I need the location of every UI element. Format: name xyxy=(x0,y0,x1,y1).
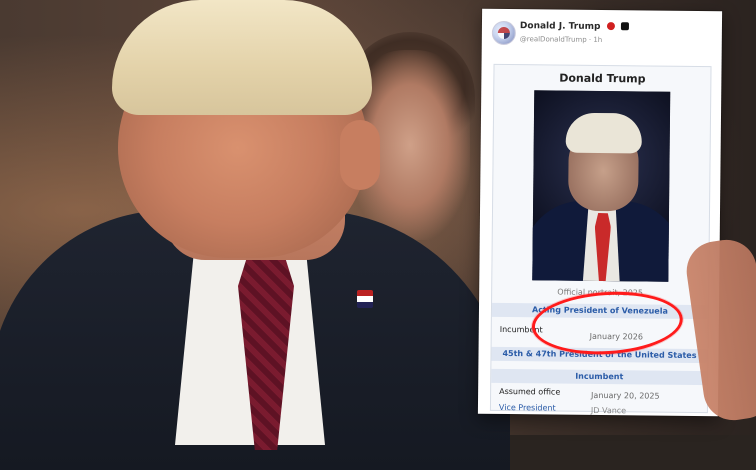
man-hair xyxy=(112,0,372,115)
infobox-title: Donald Trump xyxy=(559,71,646,86)
verified-badge-icon xyxy=(606,22,615,31)
portrait-hair xyxy=(565,112,643,154)
man-ear xyxy=(340,120,380,190)
post-header: Donald J. Trump @realDonaldTrump · 1h xyxy=(491,19,712,51)
social-post-screenshot: Donald J. Trump @realDonaldTrump · 1h Do… xyxy=(477,8,723,417)
author-handle-time: @realDonaldTrump · 1h xyxy=(519,35,603,45)
app-badge-icon xyxy=(620,22,629,31)
screenshot-content: Donald J. Trump @realDonaldTrump · 1h Do… xyxy=(478,9,722,416)
assumed-office-value: January 20, 2025 xyxy=(591,390,660,401)
author-name-text: Donald J. Trump xyxy=(519,21,601,32)
profile-avatar[interactable] xyxy=(491,20,516,46)
flag-pin xyxy=(357,290,373,308)
author-name[interactable]: Donald J. Trump xyxy=(520,21,629,32)
avatar-mark-icon xyxy=(497,26,510,40)
vice-president-label[interactable]: Vice President xyxy=(499,403,556,413)
infobox-panel: Donald Trump Official portrait, 2025 Act… xyxy=(489,63,712,415)
assumed-office-label: Assumed office xyxy=(499,386,561,397)
vice-president-value[interactable]: JD Vance xyxy=(591,406,626,415)
official-portrait[interactable] xyxy=(532,90,671,282)
